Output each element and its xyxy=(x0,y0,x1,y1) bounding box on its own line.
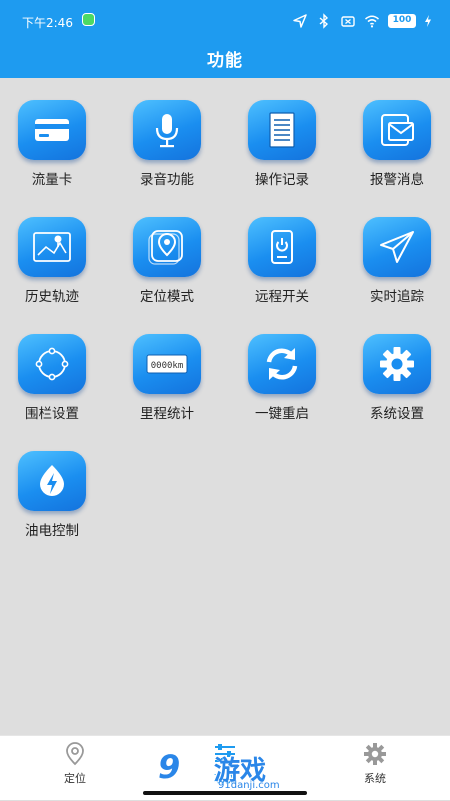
tile-label: 操作记录 xyxy=(255,172,309,188)
tile-label: 围栏设置 xyxy=(25,406,79,422)
tile-mileage-stats[interactable]: 0000km 里程统计 xyxy=(117,334,217,422)
tile-realtime-tracking[interactable]: 实时追踪 xyxy=(347,217,447,305)
refresh-icon xyxy=(248,334,316,394)
wifi-icon xyxy=(365,15,379,28)
tile-one-key-restart[interactable]: 一键重启 xyxy=(232,334,332,422)
document-icon xyxy=(248,100,316,160)
top-app-bar: 下午2:46 100 功能 xyxy=(0,0,450,78)
tile-label: 一键重启 xyxy=(255,406,309,422)
tile-remote-switch[interactable]: 远程开关 xyxy=(232,217,332,305)
gear-icon xyxy=(364,743,386,765)
location-icon xyxy=(66,742,84,766)
tile-label: 油电控制 xyxy=(25,523,79,539)
location-pin-icon xyxy=(133,217,201,277)
sim-card-icon xyxy=(18,100,86,160)
tile-recording[interactable]: 录音功能 xyxy=(117,100,217,188)
nav-tab-label: 系统 xyxy=(364,772,386,785)
status-icons: 100 xyxy=(292,12,432,30)
tile-label: 定位模式 xyxy=(140,289,194,305)
tile-alarm-messages[interactable]: 报警消息 xyxy=(347,100,447,188)
nav-tab-system[interactable]: 系统 xyxy=(300,736,450,801)
battery-indicator: 100 xyxy=(388,14,416,28)
tile-label: 实时追踪 xyxy=(370,289,424,305)
microphone-icon xyxy=(133,100,201,160)
bluetooth-icon xyxy=(319,13,329,29)
tile-history-track[interactable]: 历史轨迹 xyxy=(2,217,102,305)
watermark-number: 9 xyxy=(158,748,180,786)
tile-label: 里程统计 xyxy=(140,406,194,422)
tile-label: 流量卡 xyxy=(31,172,73,188)
gear-icon xyxy=(363,334,431,394)
route-map-icon xyxy=(18,217,86,277)
tile-label: 系统设置 xyxy=(370,406,424,422)
odometer-readout: 0000km xyxy=(151,361,184,371)
status-bar: 下午2:46 100 xyxy=(0,0,450,42)
status-time: 下午2:46 xyxy=(22,16,73,30)
tile-operation-log[interactable]: 操作记录 xyxy=(232,100,332,188)
location-arrow-icon xyxy=(293,14,307,28)
nav-tab-location[interactable]: 定位 xyxy=(0,736,150,801)
watermark: 9 游戏 91danji.com xyxy=(158,748,298,792)
tile-label: 录音功能 xyxy=(140,172,194,188)
power-switch-icon xyxy=(248,217,316,277)
odometer-icon: 0000km xyxy=(133,334,201,394)
fence-circle-icon xyxy=(18,334,86,394)
tile-label: 报警消息 xyxy=(370,172,424,188)
lightning-icon xyxy=(18,451,86,511)
home-indicator xyxy=(143,791,307,795)
tile-fence-settings[interactable]: 围栏设置 xyxy=(2,334,102,422)
tile-traffic-card[interactable]: 流量卡 xyxy=(2,100,102,188)
tile-label: 历史轨迹 xyxy=(25,289,79,305)
page-title: 功能 xyxy=(207,51,243,71)
tile-positioning-mode[interactable]: 定位模式 xyxy=(117,217,217,305)
charging-icon xyxy=(425,15,431,27)
tile-label: 远程开关 xyxy=(255,289,309,305)
watermark-url: 91danji.com xyxy=(218,780,280,791)
tile-system-settings[interactable]: 系统设置 xyxy=(347,334,447,422)
nav-tab-label: 定位 xyxy=(64,772,86,785)
notification-icon xyxy=(82,13,95,26)
envelope-icon xyxy=(363,100,431,160)
paper-plane-icon xyxy=(363,217,431,277)
tile-oil-power-control[interactable]: 油电控制 xyxy=(2,451,102,539)
no-sim-icon xyxy=(341,16,355,27)
